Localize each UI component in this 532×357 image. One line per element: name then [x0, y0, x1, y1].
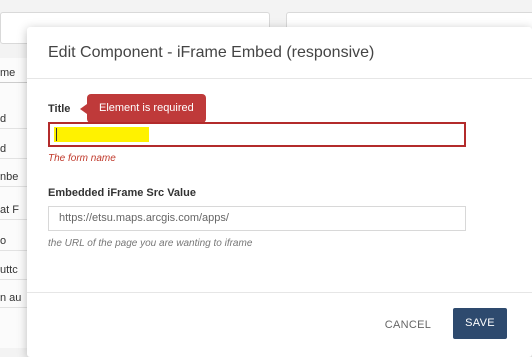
src-help-text: the URL of the page you are wanting to i… [48, 238, 253, 249]
edit-component-modal: Edit Component - iFrame Embed (responsiv… [27, 27, 532, 357]
background-list-item: at F [0, 201, 30, 220]
background-list-item: uttc [0, 261, 30, 280]
cancel-button[interactable]: CANCEL [378, 310, 438, 340]
background-list-item: o [0, 232, 30, 251]
modal-title: Edit Component - iFrame Embed (responsiv… [48, 44, 375, 61]
background-list-item: d [0, 140, 30, 159]
highlight-mark [54, 127, 149, 142]
modal-footer-divider [27, 292, 532, 293]
tooltip-arrow [80, 104, 87, 114]
background-list-item: n au [0, 289, 30, 308]
src-label: Embedded iFrame Src Value [48, 187, 196, 199]
modal-header: Edit Component - iFrame Embed (responsiv… [27, 27, 532, 79]
save-button[interactable]: SAVE [453, 308, 507, 339]
title-help-text: The form name [48, 153, 116, 164]
title-label: Title [48, 103, 71, 115]
title-input[interactable] [48, 122, 466, 147]
background-list-item: nbe [0, 168, 30, 187]
src-input[interactable]: https://etsu.maps.arcgis.com/apps/ [48, 206, 466, 231]
background-list-item: d [0, 110, 30, 129]
error-tooltip: Element is required [87, 94, 206, 123]
background-list-item: me [0, 64, 30, 83]
background-list: me d d nbe at F o uttc n au [0, 58, 30, 348]
text-caret [56, 128, 57, 141]
